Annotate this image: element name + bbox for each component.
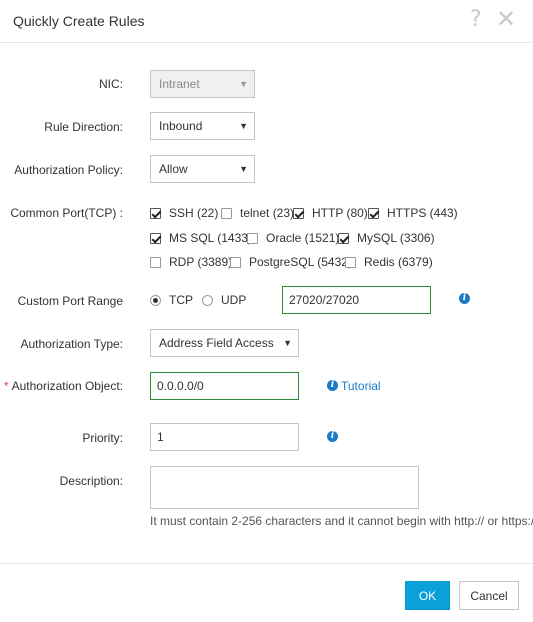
chevron-down-icon: ▼ xyxy=(239,79,248,89)
authorization-policy-label: Authorization Policy: xyxy=(14,163,123,177)
port-label: RDP (3389) xyxy=(169,255,233,269)
info-icon[interactable]: i xyxy=(327,431,338,442)
port-label: PostgreSQL (5432) xyxy=(249,255,352,269)
nic-select: Intranet ▼ xyxy=(150,70,255,98)
chevron-down-icon: ▼ xyxy=(239,121,248,131)
port-checkbox-mssql[interactable]: MS SQL (1433) xyxy=(150,231,252,245)
port-label: MS SQL (1433) xyxy=(169,231,252,245)
authorization-type-label: Authorization Type: xyxy=(20,337,123,351)
priority-input[interactable]: 1 xyxy=(150,423,299,451)
common-port-label: Common Port(TCP) : xyxy=(10,206,123,220)
authorization-policy-select[interactable]: Allow ▼ xyxy=(150,155,255,183)
checkbox-box[interactable] xyxy=(230,256,241,268)
authorization-type-select[interactable]: Address Field Access ▼ xyxy=(150,329,299,357)
port-checkbox-mysql[interactable]: MySQL (3306) xyxy=(338,231,435,245)
checkbox-box[interactable] xyxy=(247,232,258,244)
radio-button[interactable] xyxy=(150,294,161,306)
tutorial-link[interactable]: Tutorial xyxy=(341,379,381,393)
port-label: telnet (23) xyxy=(240,206,295,220)
authorization-object-input[interactable]: 0.0.0.0/0 xyxy=(150,372,299,400)
checkbox-box[interactable] xyxy=(368,207,379,219)
checkbox-box[interactable] xyxy=(150,232,161,244)
port-label: HTTP (80) xyxy=(312,206,368,220)
chevron-down-icon: ▼ xyxy=(239,164,248,174)
port-label: Oracle (1521) xyxy=(266,231,340,245)
protocol-radio-udp[interactable]: UDP xyxy=(202,293,246,307)
authorization-object-value: 0.0.0.0/0 xyxy=(157,379,204,393)
port-label: Redis (6379) xyxy=(364,255,433,269)
port-checkbox-ssh[interactable]: SSH (22) xyxy=(150,206,218,220)
checkbox-box[interactable] xyxy=(150,256,161,268)
radio-label: UDP xyxy=(221,293,247,307)
port-range-value: 27020/27020 xyxy=(289,293,360,307)
authorization-policy-value: Allow xyxy=(159,162,188,176)
info-icon: i xyxy=(327,380,338,391)
port-label: SSH (22) xyxy=(169,206,219,220)
help-icon[interactable]: ? xyxy=(470,8,482,32)
port-checkbox-telnet[interactable]: telnet (23) xyxy=(221,206,294,220)
authorization-object-label: * Authorization Object: xyxy=(3,379,123,394)
radio-button[interactable] xyxy=(202,294,213,306)
dialog-title: Quickly Create Rules xyxy=(13,13,145,29)
checkbox-box[interactable] xyxy=(221,207,232,219)
port-checkbox-http[interactable]: HTTP (80) xyxy=(293,206,368,220)
checkbox-box[interactable] xyxy=(293,207,304,219)
nic-label: NIC: xyxy=(99,77,123,91)
checkbox-box[interactable] xyxy=(338,232,349,244)
close-icon[interactable]: ✕ xyxy=(496,7,516,31)
cancel-button[interactable]: Cancel xyxy=(459,581,519,610)
port-label: MySQL (3306) xyxy=(357,231,435,245)
protocol-radio-tcp[interactable]: TCP xyxy=(150,293,193,307)
rule-direction-value: Inbound xyxy=(159,119,203,133)
description-textarea[interactable] xyxy=(150,466,419,509)
chevron-down-icon: ▼ xyxy=(283,338,292,348)
rule-direction-label: Rule Direction: xyxy=(44,120,123,134)
priority-label: Priority: xyxy=(82,431,123,445)
description-hint: It must contain 2-256 characters and it … xyxy=(150,514,533,528)
checkbox-box[interactable] xyxy=(150,207,161,219)
port-label: HTTPS (443) xyxy=(387,206,458,220)
checkbox-box[interactable] xyxy=(345,256,356,268)
dialog-header: Quickly Create Rules ? ✕ xyxy=(0,0,533,43)
required-mark: * xyxy=(3,379,9,393)
ok-button[interactable]: OK xyxy=(405,581,450,610)
radio-label: TCP xyxy=(169,293,193,307)
authorization-type-value: Address Field Access xyxy=(159,336,274,350)
rule-direction-select[interactable]: Inbound ▼ xyxy=(150,112,255,140)
port-checkbox-postgresql[interactable]: PostgreSQL (5432) xyxy=(230,255,352,269)
quick-create-rules-dialog: Quickly Create Rules ? ✕ NIC: Intranet ▼… xyxy=(0,0,533,622)
footer-divider xyxy=(0,563,533,564)
authorization-object-label-text: Authorization Object: xyxy=(11,379,123,393)
port-checkbox-rdp[interactable]: RDP (3389) xyxy=(150,255,232,269)
custom-port-range-label: Custom Port Range xyxy=(17,294,123,308)
description-label: Description: xyxy=(59,474,123,488)
port-checkbox-redis[interactable]: Redis (6379) xyxy=(345,255,433,269)
info-icon[interactable]: i xyxy=(459,293,470,304)
port-checkbox-https[interactable]: HTTPS (443) xyxy=(368,206,458,220)
port-checkbox-oracle[interactable]: Oracle (1521) xyxy=(247,231,339,245)
nic-value: Intranet xyxy=(159,77,200,91)
custom-port-range-input[interactable]: 27020/27020 xyxy=(282,286,431,314)
priority-value: 1 xyxy=(157,430,164,444)
